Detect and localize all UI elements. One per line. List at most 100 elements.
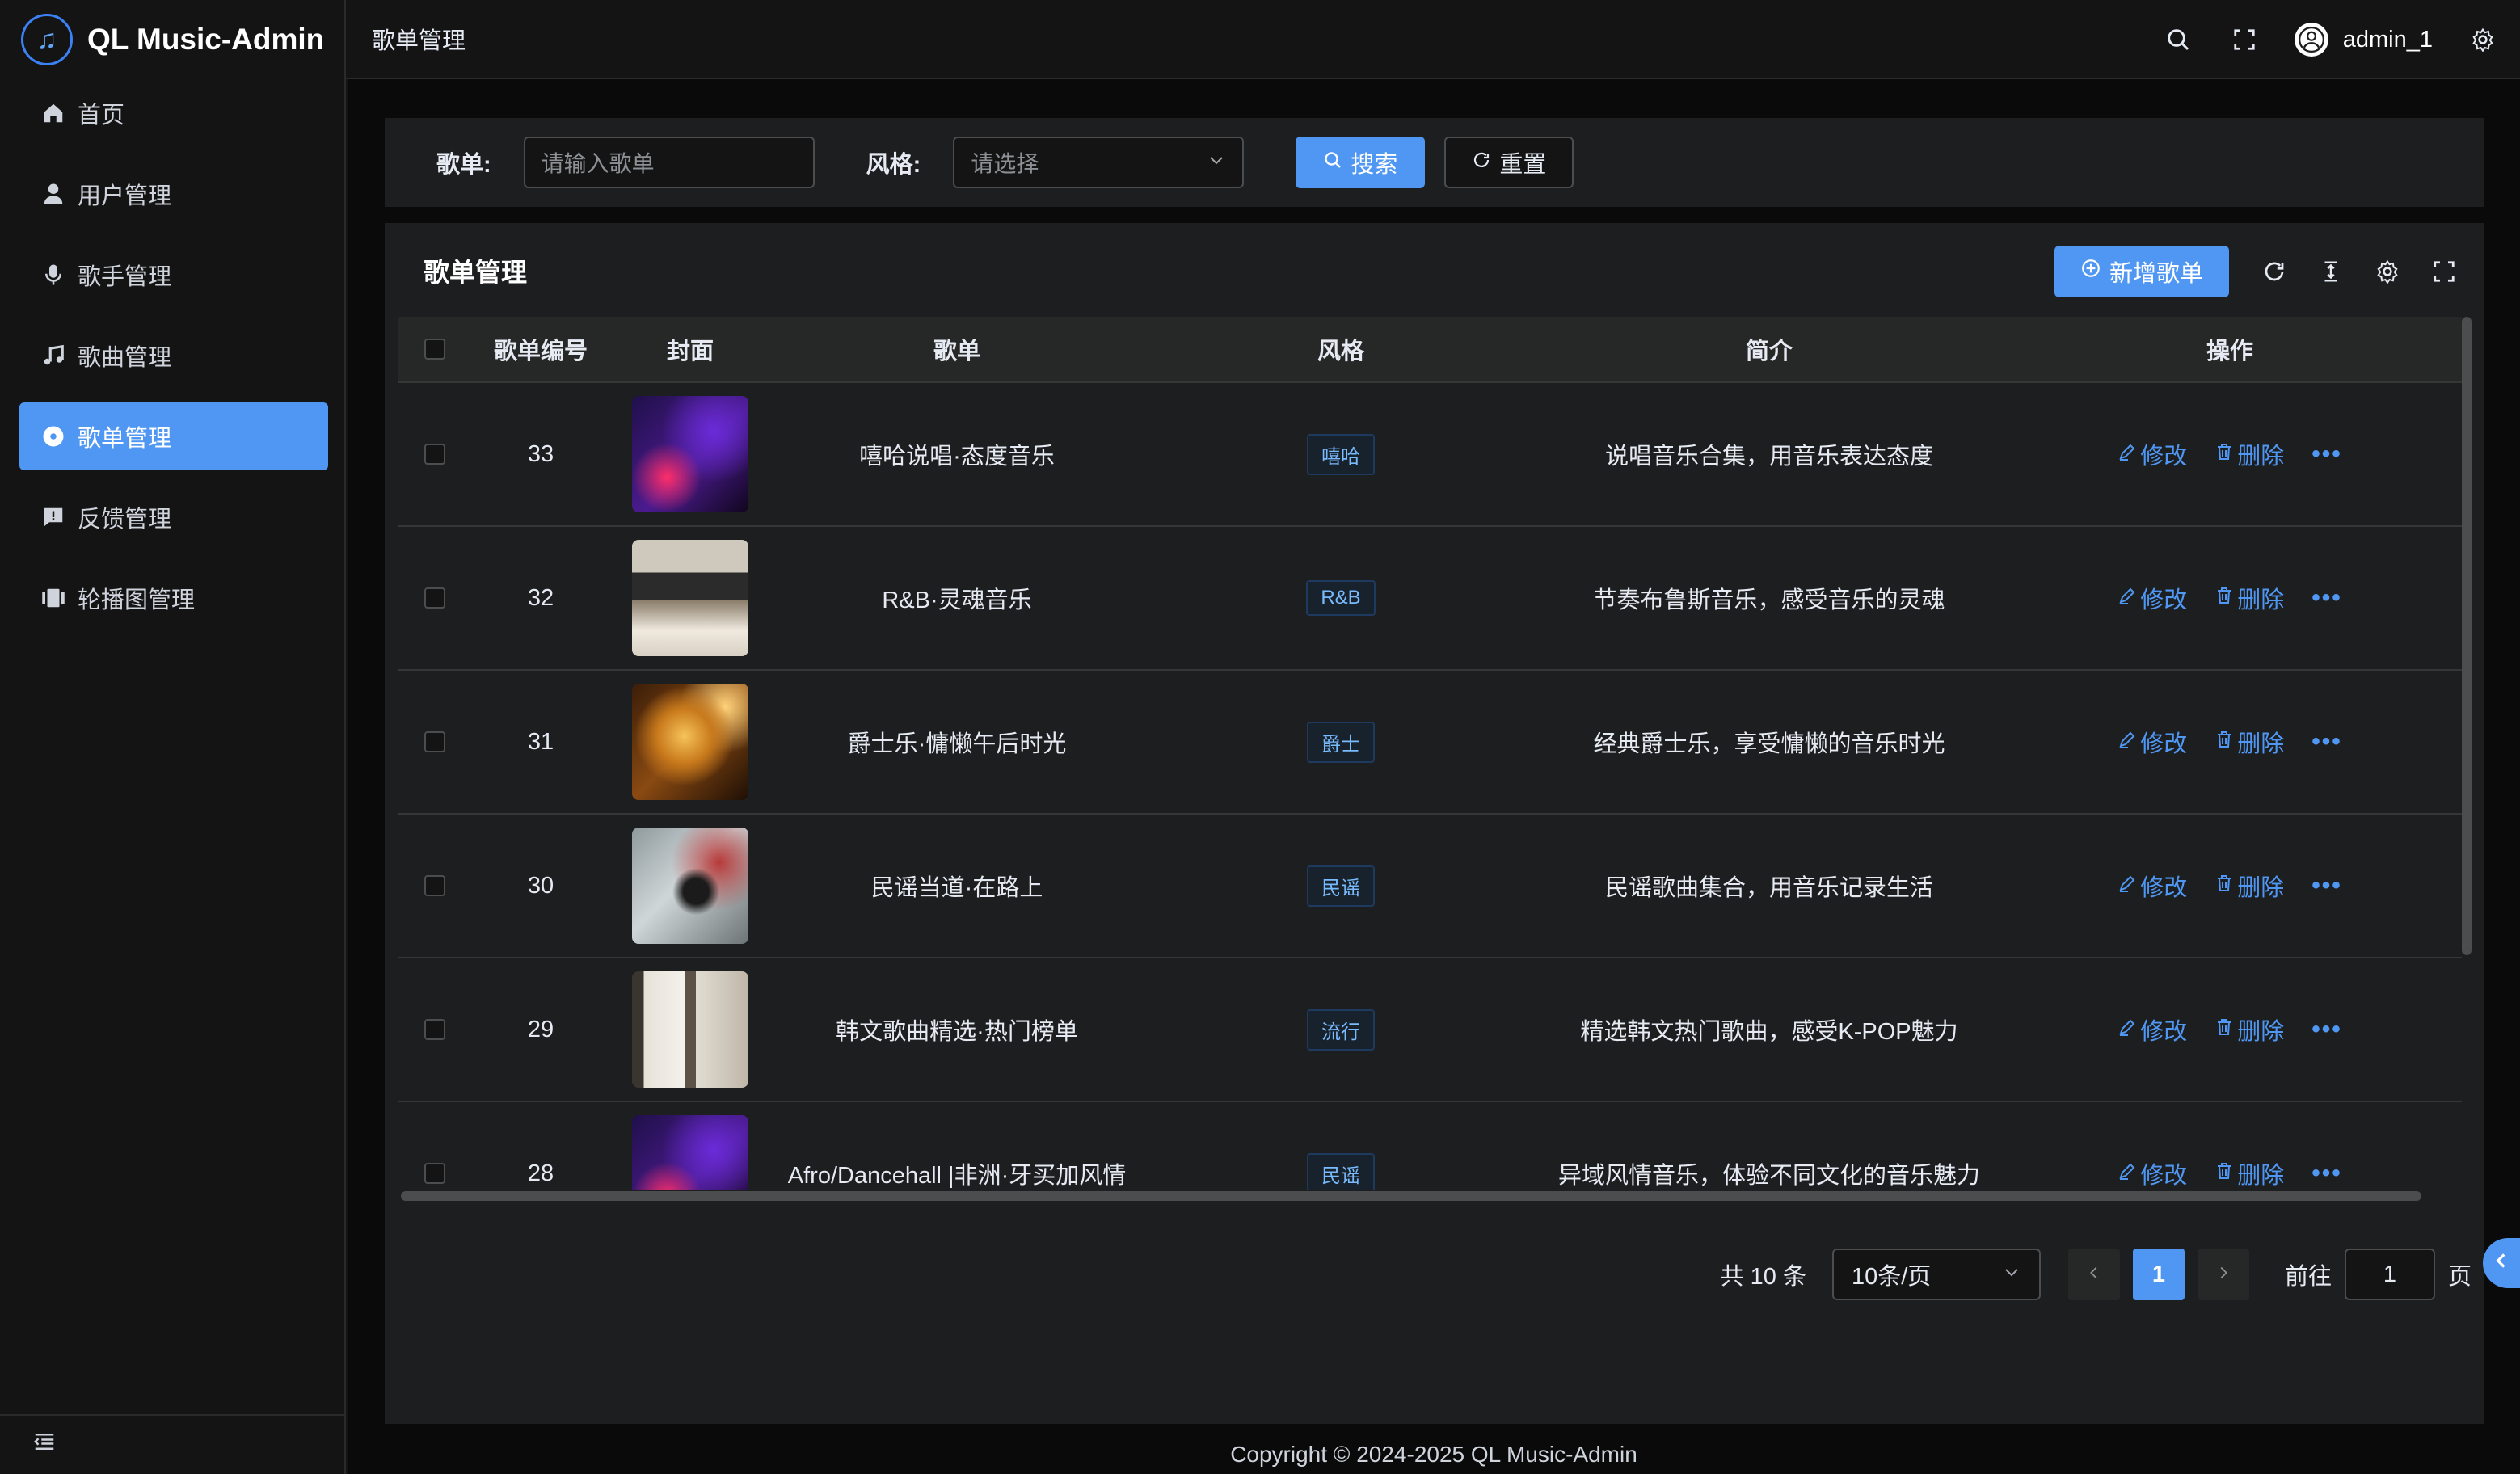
sidebar-item-label: 反馈管理 <box>78 507 172 533</box>
cover-image <box>632 1115 748 1190</box>
page-size-select[interactable]: 10条/页 <box>1831 1249 2041 1300</box>
more-icon[interactable]: ••• <box>2311 728 2342 756</box>
sidebar-item-label: 轮播图管理 <box>78 587 196 613</box>
table-row[interactable]: 28 Afro/Dancehall |非洲·牙买加风情 民谣 异域风情音乐，体验… <box>398 1102 2462 1190</box>
row-checkbox[interactable] <box>424 444 445 465</box>
fullscreen-icon[interactable] <box>2228 23 2261 56</box>
style-select[interactable]: 请选择 <box>953 137 1245 188</box>
sidebar-menu: 首页 用户管理 歌手管理 歌曲管理 歌单管理 反馈管理 轮播图管理 <box>0 79 344 632</box>
row-checkbox[interactable] <box>424 1019 445 1040</box>
header-ops: 操作 <box>2206 339 2253 364</box>
more-icon[interactable]: ••• <box>2311 584 2342 612</box>
prev-page-button[interactable] <box>2067 1249 2120 1300</box>
sidebar-item-feedback[interactable]: 反馈管理 <box>19 483 328 551</box>
reset-button[interactable]: 重置 <box>1444 137 1574 188</box>
edit-icon <box>2118 585 2137 612</box>
edit-button[interactable]: 修改 <box>2118 437 2187 471</box>
sidebar-item-playlists[interactable]: 歌单管理 <box>19 402 328 470</box>
row-checkbox[interactable] <box>424 731 445 752</box>
cell-name: 韩文歌曲精选·热门榜单 <box>836 1019 1078 1045</box>
delete-button[interactable]: 删除 <box>2214 581 2284 615</box>
sidebar-item-users[interactable]: 用户管理 <box>19 160 328 228</box>
header-cover: 封面 <box>666 339 714 364</box>
more-icon[interactable]: ••• <box>2311 1160 2342 1187</box>
table-row[interactable]: 29 韩文歌曲精选·热门榜单 流行 精选韩文热门歌曲，感受K-POP魅力 修改 … <box>398 958 2462 1102</box>
sidebar-item-label: 歌曲管理 <box>78 345 172 371</box>
more-icon[interactable]: ••• <box>2311 872 2342 899</box>
refresh-icon <box>1472 150 1491 176</box>
logo[interactable]: ♫ QL Music-Admin <box>0 0 344 79</box>
goto-page-input[interactable]: 1 <box>2344 1249 2435 1300</box>
edit-button[interactable]: 修改 <box>2118 725 2187 759</box>
style-tag: 嘻哈 <box>1307 433 1375 475</box>
table-row[interactable]: 32 R&B·灵魂音乐 R&B 节奏布鲁斯音乐，感受音乐的灵魂 修改 删除 ••… <box>398 527 2462 671</box>
sidebar-item-songs[interactable]: 歌曲管理 <box>19 322 328 390</box>
more-icon[interactable]: ••• <box>2311 440 2342 468</box>
cell-desc: 说唱音乐合集，用音乐表达态度 <box>1604 444 1933 470</box>
sidebar-item-label: 用户管理 <box>78 183 172 209</box>
edit-button[interactable]: 修改 <box>2118 1156 2187 1190</box>
user-menu[interactable]: admin_1 <box>2294 23 2433 57</box>
next-page-button[interactable] <box>2197 1249 2249 1300</box>
chevron-left-icon <box>2491 1250 2512 1277</box>
fullscreen-icon[interactable] <box>2428 255 2460 288</box>
page-number-button[interactable]: 1 <box>2132 1249 2185 1300</box>
sidebar-item-label: 首页 <box>78 103 125 128</box>
page-suffix: 页 <box>2447 1264 2472 1290</box>
delete-button[interactable]: 删除 <box>2214 725 2284 759</box>
sidebar-collapse-button[interactable] <box>0 1414 344 1474</box>
cover-image <box>632 540 748 656</box>
table-row[interactable]: 33 嘻哈说唱·态度音乐 嘻哈 说唱音乐合集，用音乐表达态度 修改 删除 ••• <box>398 383 2462 527</box>
search-icon[interactable] <box>2162 23 2194 56</box>
sidebar-item-home[interactable]: 首页 <box>19 79 328 147</box>
cell-desc: 经典爵士乐，享受慵懒的音乐时光 <box>1593 731 1945 757</box>
more-icon[interactable]: ••• <box>2311 1016 2342 1043</box>
edit-button[interactable]: 修改 <box>2118 1013 2187 1047</box>
delete-button[interactable]: 删除 <box>2214 1156 2284 1190</box>
table-row[interactable]: 30 民谣当道·在路上 民谣 民谣歌曲集合，用音乐记录生活 修改 删除 ••• <box>398 815 2462 958</box>
disc-icon <box>40 423 66 449</box>
delete-button[interactable]: 删除 <box>2214 1013 2284 1047</box>
select-all-checkbox[interactable] <box>424 339 445 360</box>
header-name: 歌单 <box>933 339 980 364</box>
style-tag: R&B <box>1306 580 1376 616</box>
cell-name: 爵士乐·慵懒午后时光 <box>847 731 1067 757</box>
edit-button[interactable]: 修改 <box>2118 869 2187 903</box>
chevron-right-icon <box>2214 1261 2232 1288</box>
sidebar-item-singers[interactable]: 歌手管理 <box>19 241 328 309</box>
column-settings-icon[interactable] <box>2371 255 2404 288</box>
chevron-down-icon <box>1207 150 1226 175</box>
sidebar-item-carousel[interactable]: 轮播图管理 <box>19 564 328 632</box>
delete-button[interactable]: 删除 <box>2214 437 2284 471</box>
delete-button[interactable]: 删除 <box>2214 869 2284 903</box>
cover-image <box>632 396 748 512</box>
row-checkbox[interactable] <box>424 875 445 896</box>
trash-icon <box>2214 441 2234 468</box>
refresh-icon[interactable] <box>2258 255 2290 288</box>
row-checkbox[interactable] <box>424 587 445 609</box>
avatar <box>2294 23 2328 57</box>
search-button[interactable]: 搜索 <box>1296 137 1426 188</box>
collapse-icon <box>32 1430 57 1460</box>
gear-icon[interactable] <box>2467 23 2499 56</box>
style-tag: 爵士 <box>1307 721 1375 763</box>
density-icon[interactable] <box>2315 255 2347 288</box>
playlist-search-input[interactable]: 请输入歌单 <box>523 137 815 188</box>
user-icon <box>40 181 66 207</box>
header-id[interactable]: 歌单编号 <box>472 332 609 366</box>
sidebar: ♫ QL Music-Admin 首页 用户管理 歌手管理 歌曲管理 歌单管理 … <box>0 0 346 1474</box>
breadcrumb: 歌单管理 <box>372 28 466 54</box>
style-label: 风格: <box>866 152 921 178</box>
edit-icon <box>2118 441 2137 468</box>
trash-icon <box>2214 729 2234 756</box>
row-checkbox[interactable] <box>424 1163 445 1184</box>
side-panel-toggle[interactable] <box>2483 1238 2520 1288</box>
search-icon <box>1323 150 1342 176</box>
table-header: 歌单编号 封面 歌单 风格 简介 操作 <box>398 317 2462 383</box>
table-row[interactable]: 31 爵士乐·慵懒午后时光 爵士 经典爵士乐，享受慵懒的音乐时光 修改 删除 •… <box>398 671 2462 815</box>
edit-button[interactable]: 修改 <box>2118 581 2187 615</box>
vertical-scrollbar[interactable] <box>2462 317 2472 955</box>
add-playlist-button[interactable]: 新增歌单 <box>2054 246 2229 297</box>
horizontal-scrollbar[interactable] <box>401 1191 2421 1201</box>
copyright-footer: Copyright © 2024-2025 QL Music-Admin <box>1230 1442 1637 1467</box>
